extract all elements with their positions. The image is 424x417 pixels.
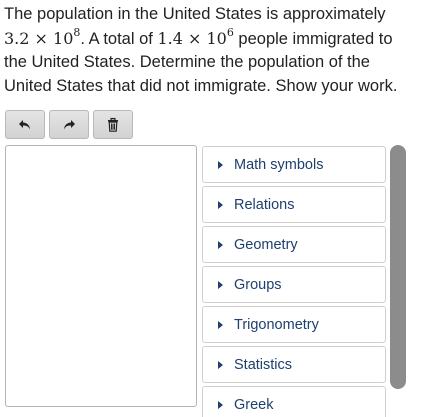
palette-item-groups[interactable]: Groups: [202, 266, 386, 303]
caret-right-icon: [218, 280, 223, 289]
undo-button[interactable]: [5, 110, 45, 139]
population-expression: 3.2 × 108: [4, 26, 81, 48]
palette-item-geometry[interactable]: Geometry: [202, 226, 386, 263]
palette-item-label: Math symbols: [234, 156, 324, 173]
undo-icon: [19, 119, 30, 129]
palette-item-trigonometry[interactable]: Trigonometry: [202, 306, 386, 343]
redo-button[interactable]: [49, 110, 89, 139]
delete-button[interactable]: [93, 110, 133, 139]
palette-item-label: Statistics: [234, 356, 293, 373]
palette-item-label: Relations: [234, 196, 295, 213]
immigrants-expression: 1.4 × 106: [157, 26, 234, 48]
palette-scrollbar[interactable]: [390, 145, 406, 389]
caret-right-icon: [218, 320, 223, 329]
palette-item-greek[interactable]: Greek: [202, 386, 386, 417]
caret-right-icon: [218, 240, 223, 249]
palette-item-label: Greek: [234, 396, 274, 413]
redo-icon: [64, 119, 75, 129]
question-mid-text: . A total of: [80, 29, 158, 48]
question-text: The population in the United States is a…: [4, 3, 418, 98]
palette-item-label: Geometry: [234, 236, 298, 253]
palette-item-relations[interactable]: Relations: [202, 186, 386, 223]
caret-right-icon: [218, 400, 223, 409]
palette-item-statistics[interactable]: Statistics: [202, 346, 386, 383]
palette-item-label: Trigonometry: [234, 316, 319, 333]
question-line-1: The population in the United States is a…: [4, 5, 386, 23]
trash-icon: [108, 117, 118, 132]
caret-right-icon: [218, 200, 223, 209]
caret-right-icon: [218, 360, 223, 369]
palette-item-math-symbols[interactable]: Math symbols: [202, 146, 386, 183]
palette-item-label: Groups: [234, 276, 282, 293]
caret-right-icon: [218, 160, 223, 169]
symbol-palette: Math symbols Relations Geometry Groups T…: [202, 145, 388, 417]
editor-toolbar: [5, 110, 137, 139]
answer-input[interactable]: [5, 145, 197, 407]
math-answer-page: The population in the United States is a…: [0, 0, 424, 417]
